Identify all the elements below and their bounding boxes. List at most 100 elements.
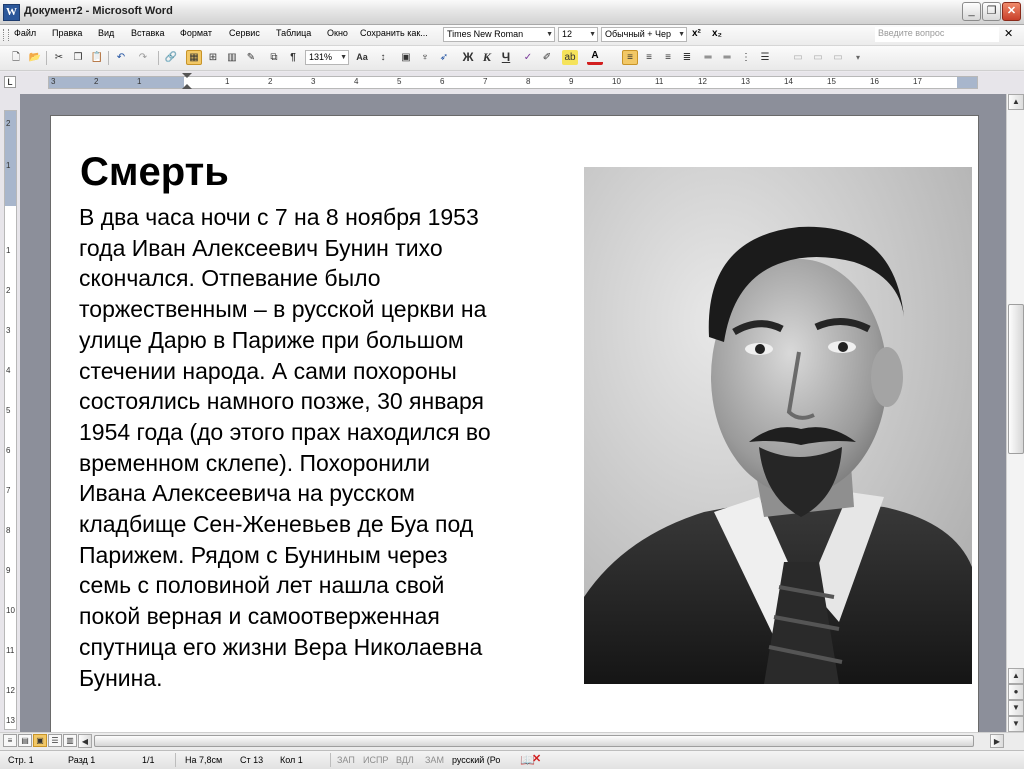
horizontal-scroll-thumb[interactable] xyxy=(94,735,974,747)
menu-insert[interactable]: Вставка xyxy=(131,28,164,38)
vertical-ruler[interactable]: 2 1 1 2 3 4 5 6 7 8 9 10 11 12 13 xyxy=(4,110,17,730)
font-color-button[interactable]: A xyxy=(587,50,603,65)
status-page[interactable]: Стр. 1 xyxy=(8,755,34,765)
status-position[interactable]: На 7,8см xyxy=(185,755,222,765)
horizontal-ruler-row: L 3 2 1 1 2 3 4 5 6 7 8 9 10 11 12 13 14… xyxy=(0,72,1024,95)
ruler-number: 7 xyxy=(6,486,11,495)
status-overtype[interactable]: ЗАМ xyxy=(425,755,444,765)
decrease-indent-icon[interactable]: ▭ xyxy=(790,50,806,65)
read-mode-icon[interactable]: Aa xyxy=(354,50,370,65)
drawing-icon[interactable]: ✎ xyxy=(243,50,259,65)
underline-button[interactable]: Ч xyxy=(498,50,514,65)
hanging-indent-marker[interactable] xyxy=(182,84,192,89)
numbering-icon[interactable]: ⋮ xyxy=(738,50,754,65)
document-heading[interactable]: Смерть xyxy=(80,150,229,195)
horizontal-ruler[interactable]: 3 2 1 1 2 3 4 5 6 7 8 9 10 11 12 13 14 1… xyxy=(48,73,978,89)
increase-indent-icon[interactable]: ▭ xyxy=(810,50,826,65)
close-button[interactable]: ✕ xyxy=(1002,2,1021,21)
borders-icon[interactable]: ▭ xyxy=(830,50,846,65)
copy-icon[interactable]: ❐ xyxy=(70,50,86,65)
italic-button[interactable]: К xyxy=(479,50,495,65)
minimize-button[interactable]: _ xyxy=(962,2,981,21)
menu-table[interactable]: Таблица xyxy=(276,28,311,38)
status-track-changes[interactable]: ИСПР xyxy=(363,755,388,765)
scroll-right-icon[interactable]: ▶ xyxy=(990,734,1004,748)
undo-icon[interactable]: ↶ xyxy=(113,50,129,65)
reading-view-icon[interactable]: ▥ xyxy=(63,734,77,747)
status-bar: Стр. 1 Разд 1 1/1 На 7,8см Ст 13 Кол 1 З… xyxy=(0,750,1024,769)
document-map-icon[interactable]: ⧉ xyxy=(266,50,282,65)
text-line: В два часа ночи с 7 на 8 ноября 1953 xyxy=(79,204,479,230)
outdent-icon[interactable]: ═ xyxy=(719,50,735,65)
tab-selector[interactable]: L xyxy=(4,76,16,88)
cut-icon[interactable]: ✂ xyxy=(51,50,67,65)
align-right-icon[interactable]: ≡ xyxy=(660,50,676,65)
vertical-scroll-thumb[interactable] xyxy=(1008,304,1024,454)
open-folder-icon[interactable]: 📂 xyxy=(27,50,43,65)
select-browse-object-icon[interactable]: ● xyxy=(1008,684,1024,700)
first-line-indent-marker[interactable] xyxy=(182,73,192,78)
scroll-up-page-icon[interactable]: ▲ xyxy=(1008,668,1024,684)
status-language[interactable]: русский (Ро xyxy=(452,755,500,765)
scroll-down-icon[interactable]: ▼ xyxy=(1008,716,1024,732)
research-icon[interactable]: ➶ xyxy=(436,50,452,65)
portrait-photo[interactable] xyxy=(584,167,972,684)
columns-icon[interactable]: ▥ xyxy=(224,50,240,65)
new-document-icon[interactable]: 🗋 xyxy=(8,50,24,65)
align-center-icon[interactable]: ≡ xyxy=(641,50,657,65)
redo-icon[interactable]: ↷ xyxy=(135,50,151,65)
indent-icon[interactable]: ═ xyxy=(700,50,716,65)
menu-save-as[interactable]: Сохранить как... xyxy=(360,28,428,38)
bold-button[interactable]: Ж xyxy=(460,50,476,65)
document-body-text[interactable]: В два часа ночи с 7 на 8 ноября 1953 год… xyxy=(79,202,579,693)
subscript-button[interactable]: x₂ xyxy=(712,28,722,39)
paste-icon[interactable]: 📋 xyxy=(89,50,105,65)
menu-file[interactable]: Файл xyxy=(14,28,36,38)
highlight-icon[interactable]: ✐ xyxy=(539,50,555,65)
help-search-input[interactable]: Введите вопрос xyxy=(875,27,999,42)
menu-format[interactable]: Формат xyxy=(180,28,212,38)
status-extend-selection[interactable]: ВДЛ xyxy=(396,755,414,765)
web-view-icon[interactable]: ▤ xyxy=(18,734,32,747)
style-combo[interactable]: Обычный + Чер ▼ xyxy=(601,27,687,42)
image-icon[interactable]: ▣ xyxy=(398,50,414,65)
ruler-number: 3 xyxy=(51,77,56,86)
superscript-button[interactable]: x² xyxy=(692,28,701,39)
restore-button[interactable]: ❐ xyxy=(982,2,1001,21)
vertical-scrollbar[interactable]: ▲ ▲ ● ▼ ▼ xyxy=(1006,94,1024,732)
menu-view[interactable]: Вид xyxy=(98,28,114,38)
toolbar-options-icon[interactable]: ▾ xyxy=(850,50,866,65)
print-layout-icon[interactable]: ▣ xyxy=(33,734,47,747)
menu-window[interactable]: Окно xyxy=(327,28,348,38)
line-spacing-icon[interactable]: ↕ xyxy=(375,50,391,65)
tables-borders-icon[interactable]: ▦ xyxy=(186,50,202,65)
insert-table-icon[interactable]: ⊞ xyxy=(205,50,221,65)
status-record-macro[interactable]: ЗАП xyxy=(337,755,355,765)
menu-tools[interactable]: Сервис xyxy=(229,28,260,38)
status-line[interactable]: Ст 13 xyxy=(240,755,263,765)
bullets-icon[interactable]: ☰ xyxy=(757,50,773,65)
font-name-combo[interactable]: Times New Roman ▼ xyxy=(443,27,555,42)
normal-view-icon[interactable]: ≡ xyxy=(3,734,17,747)
highlight-color-icon[interactable]: ab xyxy=(562,50,578,65)
ruler-number: 14 xyxy=(784,77,793,86)
menu-edit[interactable]: Правка xyxy=(52,28,82,38)
status-section[interactable]: Разд 1 xyxy=(68,755,95,765)
align-left-icon[interactable]: ≡ xyxy=(622,50,638,65)
scroll-left-icon[interactable]: ◀ xyxy=(78,734,92,748)
scroll-down-page-icon[interactable]: ▼ xyxy=(1008,700,1024,716)
status-page-of[interactable]: 1/1 xyxy=(142,755,155,765)
insert-hyperlink-icon[interactable]: 🔗 xyxy=(163,50,179,65)
zoom-combo[interactable]: 131% ▼ xyxy=(305,50,349,65)
justify-icon[interactable]: ≣ xyxy=(679,50,695,65)
status-column[interactable]: Кол 1 xyxy=(280,755,303,765)
word-app-icon[interactable]: W xyxy=(3,4,20,21)
outline-view-icon[interactable]: ☰ xyxy=(48,734,62,747)
close-document-icon[interactable]: ✕ xyxy=(1004,27,1013,40)
menu-grip[interactable] xyxy=(3,29,9,41)
font-size-combo[interactable]: 12 ▼ xyxy=(558,27,598,42)
style-pane-icon[interactable]: ♆ xyxy=(417,50,433,65)
format-painter-icon[interactable]: ✓ xyxy=(520,50,536,65)
pilcrow-icon[interactable]: ¶ xyxy=(285,50,301,65)
scroll-up-icon[interactable]: ▲ xyxy=(1008,94,1024,110)
